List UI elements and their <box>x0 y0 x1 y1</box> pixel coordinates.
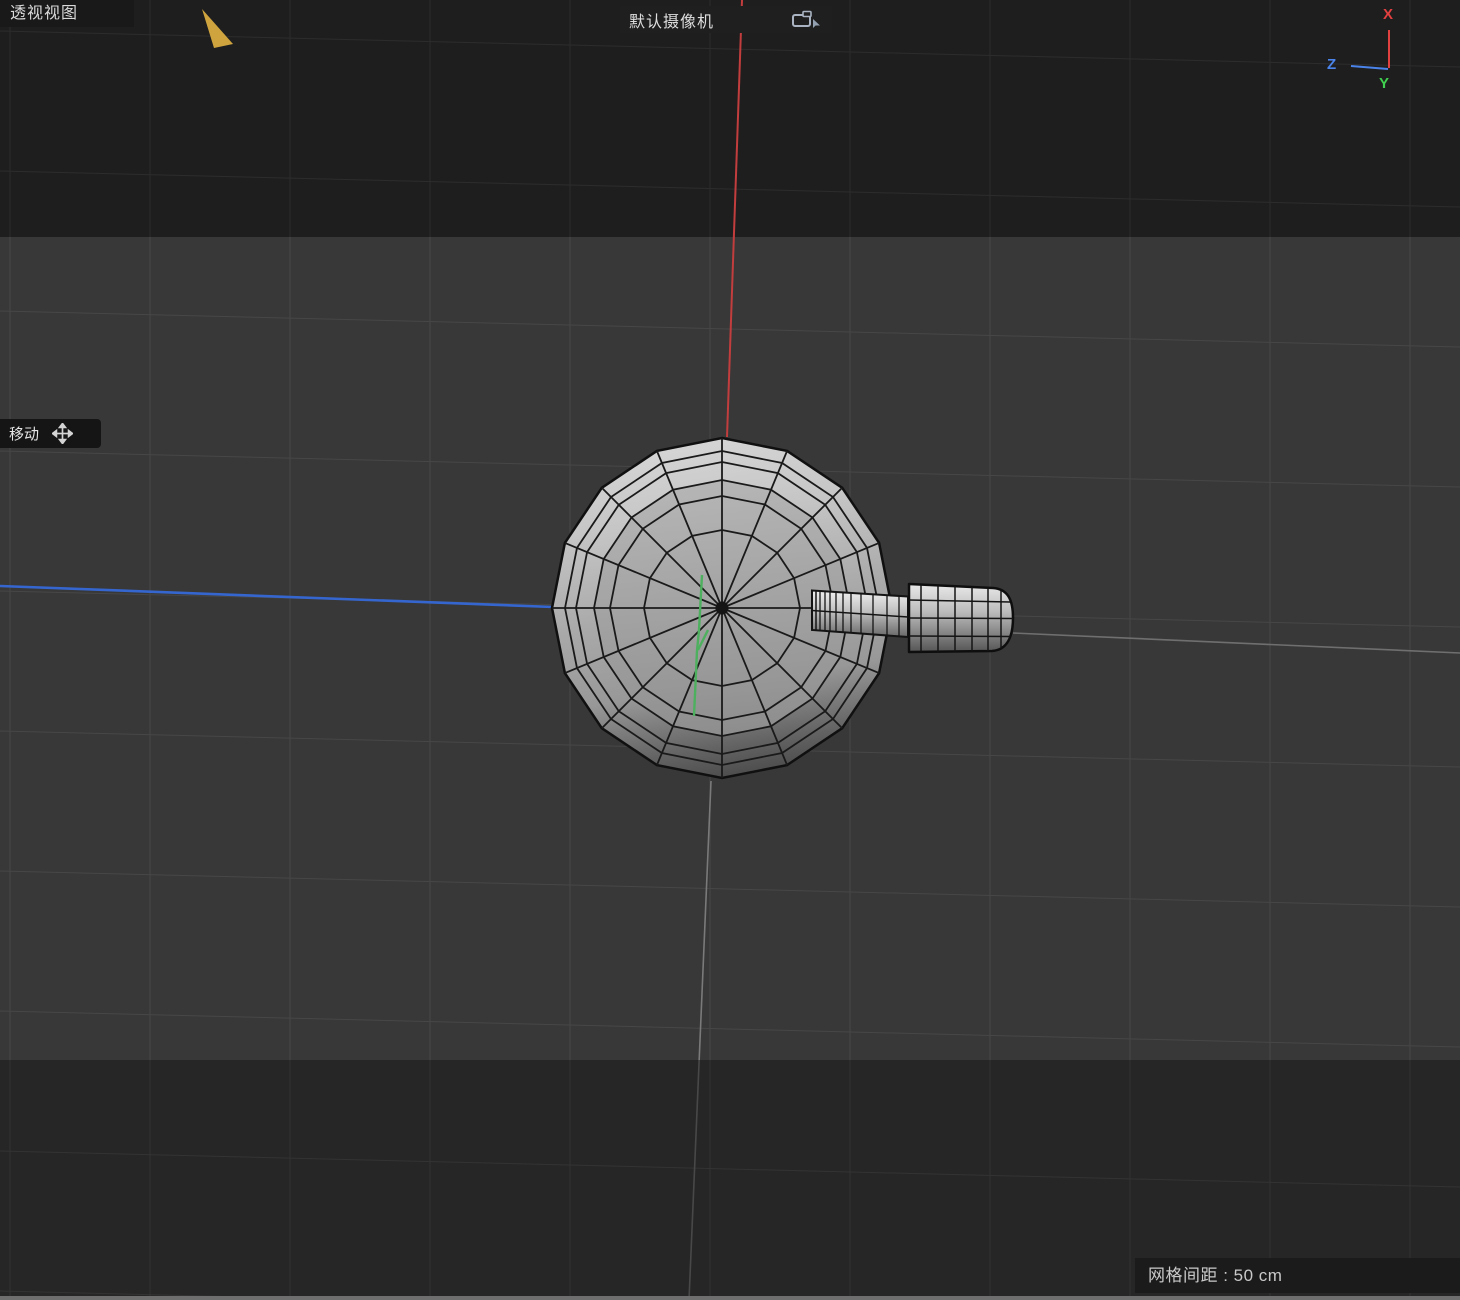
gizmo-x-label: X <box>1383 6 1393 23</box>
viewport-canvas[interactable] <box>0 0 1460 1300</box>
tool-name-label: 移动 <box>9 423 39 444</box>
move-icon <box>52 423 73 444</box>
grid-spacing-label: 网格间距 : 50 cm <box>1135 1258 1460 1293</box>
gizmo-y-label: Y <box>1379 75 1389 92</box>
viewport-bottom-edge <box>0 1296 1460 1300</box>
camera-name-label: 默认摄像机 <box>629 8 714 32</box>
gizmo-z-label: Z <box>1327 56 1336 73</box>
camera-selector[interactable]: 默认摄像机 <box>620 6 832 33</box>
view-mode-label[interactable]: 透视视图 <box>0 0 134 27</box>
viewport-window: { "viewport": { "view_label": "透视视图", "c… <box>0 0 1460 1300</box>
active-tool-indicator[interactable]: 移动 <box>0 419 101 448</box>
camera-icon[interactable] <box>791 10 823 30</box>
